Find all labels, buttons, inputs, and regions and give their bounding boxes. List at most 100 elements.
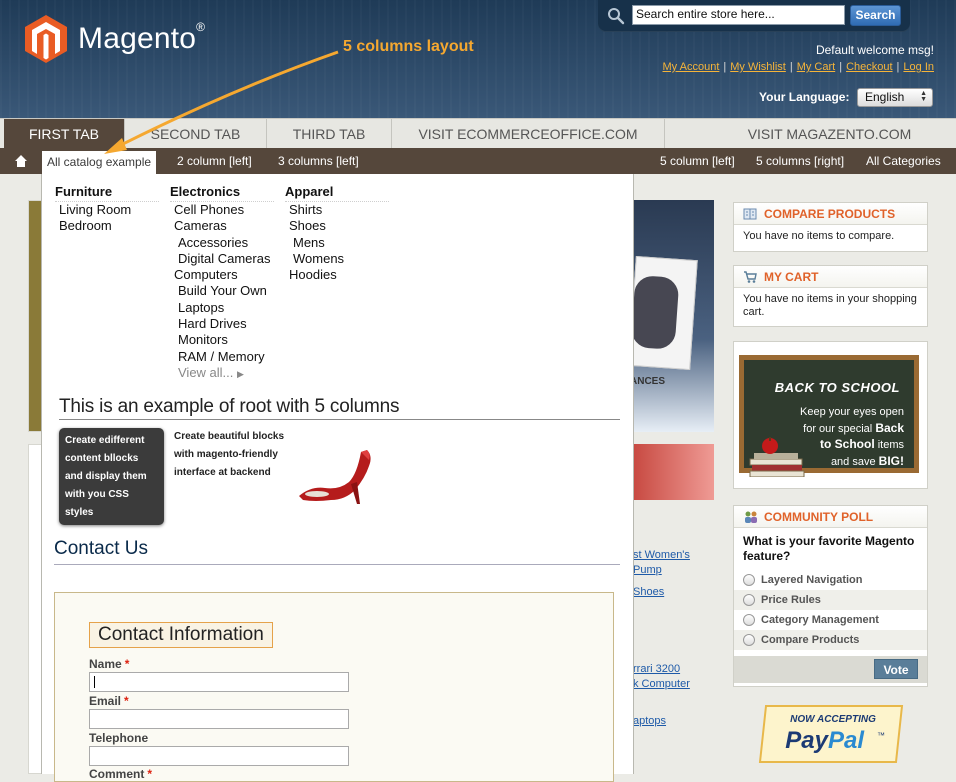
menu-column-list: Shirts Shoes Mens Womens Hoodies bbox=[285, 202, 389, 283]
submenu-all-categories[interactable]: All Categories bbox=[866, 148, 941, 174]
product-link[interactable]: Pump bbox=[633, 563, 690, 578]
poll-footer: Vote bbox=[734, 656, 927, 683]
product-link[interactable]: st Women's bbox=[633, 548, 690, 563]
search-box: Search entire store here... Search bbox=[598, 0, 910, 32]
tab-magazento[interactable]: VISIT MAGAZENTO.COM bbox=[665, 119, 954, 149]
contact-legend: Contact Information bbox=[89, 622, 273, 648]
menu-item-shoes[interactable]: Shoes bbox=[285, 218, 389, 234]
product-link[interactable]: Shoes bbox=[633, 585, 690, 600]
radio-button[interactable] bbox=[743, 614, 755, 626]
paypal-badge[interactable]: NOW ACCEPTING Pay Pal ™ bbox=[756, 702, 906, 766]
paypal-top-text: NOW ACCEPTING bbox=[790, 714, 876, 725]
magento-logo-icon bbox=[25, 15, 67, 63]
poll-body: What is your favorite Magento feature? L… bbox=[734, 528, 927, 683]
search-icon bbox=[608, 8, 625, 25]
menu-item-digital-cameras[interactable]: Digital Cameras bbox=[170, 251, 274, 267]
compare-products-text: You have no items to compare. bbox=[743, 230, 895, 242]
menu-column-title[interactable]: Electronics bbox=[170, 184, 274, 202]
menu-item-mens[interactable]: Mens bbox=[285, 235, 389, 251]
radio-button[interactable] bbox=[743, 594, 755, 606]
poll-question: What is your favorite Magento feature? bbox=[743, 534, 915, 563]
tab-first[interactable]: FIRST TAB bbox=[4, 119, 125, 149]
menu-item-monitors[interactable]: Monitors bbox=[170, 332, 274, 348]
name-field[interactable] bbox=[89, 672, 349, 692]
email-field[interactable] bbox=[89, 709, 349, 729]
menu-item-accessories[interactable]: Accessories bbox=[170, 235, 274, 251]
home-icon[interactable] bbox=[14, 154, 28, 168]
site-header: Magento® Search entire store here... Sea… bbox=[0, 0, 956, 118]
promo-banner[interactable]: ANCES bbox=[630, 200, 714, 432]
menu-item-bedroom[interactable]: Bedroom bbox=[55, 218, 159, 234]
welcome-message: Default welcome msg! bbox=[815, 43, 934, 57]
menu-item-ram-memory[interactable]: RAM / Memory bbox=[170, 349, 274, 365]
submenu-5-column-left[interactable]: 5 column [left] bbox=[660, 148, 735, 174]
my-account-link[interactable]: My Account bbox=[663, 61, 720, 73]
radio-button[interactable] bbox=[743, 634, 755, 646]
compare-icon bbox=[743, 208, 757, 220]
paypal-tm: ™ bbox=[877, 731, 885, 740]
radio-button[interactable] bbox=[743, 574, 755, 586]
my-cart-title: MY CART bbox=[734, 266, 927, 288]
promo-strip bbox=[630, 444, 714, 500]
product-link[interactable]: aptops bbox=[633, 714, 690, 729]
view-all-label: View all... bbox=[178, 364, 234, 380]
poll-option[interactable]: Layered Navigation bbox=[734, 570, 927, 590]
community-poll-title: COMMUNITY POLL bbox=[734, 506, 927, 528]
menu-item-shirts[interactable]: Shirts bbox=[285, 202, 389, 218]
vote-button[interactable]: Vote bbox=[874, 659, 918, 679]
menu-item-hard-drives[interactable]: Hard Drives bbox=[170, 316, 274, 332]
language-value: English bbox=[865, 90, 905, 104]
poll-option[interactable]: Compare Products bbox=[734, 630, 927, 650]
log-in-link[interactable]: Log In bbox=[903, 61, 934, 73]
site-logo[interactable]: Magento® bbox=[24, 14, 205, 64]
menu-item-hoodies[interactable]: Hoodies bbox=[285, 267, 389, 283]
menu-item-cell-phones[interactable]: Cell Phones bbox=[170, 202, 274, 218]
checkout-link[interactable]: Checkout bbox=[846, 61, 892, 73]
poll-option[interactable]: Price Rules bbox=[734, 590, 927, 610]
language-select[interactable]: English ▲ ▼ bbox=[857, 88, 933, 107]
my-cart-text: You have no items in your shopping cart. bbox=[743, 293, 917, 318]
tab-third[interactable]: THIRD TAB bbox=[267, 119, 392, 149]
tab-second[interactable]: SECOND TAB bbox=[125, 119, 267, 149]
paypal-brand-b: Pal bbox=[828, 727, 865, 754]
poll-people-icon bbox=[745, 511, 757, 523]
community-poll-block: COMMUNITY POLL What is your favorite Mag… bbox=[733, 505, 928, 687]
tab-ecommerceoffice[interactable]: VISIT ECOMMERCEOFFICE.COM bbox=[392, 119, 665, 149]
red-shoe-image[interactable] bbox=[295, 444, 377, 506]
my-cart-link[interactable]: My Cart bbox=[797, 61, 836, 73]
menu-column-title[interactable]: Apparel bbox=[285, 184, 389, 202]
menu-item-computers[interactable]: Computers bbox=[170, 267, 274, 283]
main-tabs: FIRST TAB SECOND TAB THIRD TAB VISIT ECO… bbox=[0, 118, 956, 149]
background-product-links: st Women's Pump Shoes rrari 3200 k Compu… bbox=[633, 548, 690, 729]
poll-option[interactable]: Category Management bbox=[734, 610, 927, 630]
annotation-label: 5 columns layout bbox=[343, 38, 474, 55]
menu-item-cameras[interactable]: Cameras bbox=[170, 218, 274, 234]
header-links: My Account | My Wishlist | My Cart | Checkout |… bbox=[662, 61, 934, 73]
back-to-school-banner[interactable]: BACK TO SCHOOL Keep your eyes open for o… bbox=[733, 341, 928, 489]
my-wishlist-link[interactable]: My Wishlist bbox=[730, 61, 786, 73]
catalog-dropdown: Furniture Living Room Bedroom Electronic… bbox=[41, 174, 634, 782]
menu-item-laptops[interactable]: Laptops bbox=[170, 300, 274, 316]
search-input[interactable]: Search entire store here... bbox=[632, 5, 845, 25]
menu-item-build-your-own[interactable]: Build Your Own bbox=[170, 283, 274, 299]
menu-item-living-room[interactable]: Living Room bbox=[55, 202, 159, 218]
name-label: Name * bbox=[89, 657, 130, 671]
triangle-right-icon: ▶ bbox=[237, 368, 244, 379]
create-blocks-text: Create beautiful blocks with magento-fri… bbox=[174, 431, 285, 478]
submenu-3-columns-left[interactable]: 3 columns [left] bbox=[278, 148, 359, 174]
submenu-2-column-left[interactable]: 2 column [left] bbox=[177, 148, 252, 174]
submenu-all-catalog[interactable]: All catalog example bbox=[42, 148, 157, 174]
menu-column-title[interactable]: Furniture bbox=[55, 184, 159, 202]
logo-text: Magento® bbox=[78, 20, 206, 55]
compare-products-title: COMPARE PRODUCTS bbox=[734, 203, 927, 225]
product-link[interactable]: k Computer bbox=[633, 677, 690, 692]
menu-item-view-all[interactable]: View all... ▶ bbox=[170, 365, 274, 382]
email-label: Email * bbox=[89, 694, 129, 708]
telephone-field[interactable] bbox=[89, 746, 349, 766]
product-link[interactable]: rrari 3200 bbox=[633, 662, 690, 677]
submenu-5-columns-right[interactable]: 5 columns [right] bbox=[756, 148, 844, 174]
my-cart-block: MY CART You have no items in your shoppi… bbox=[733, 265, 928, 327]
menu-item-womens[interactable]: Womens bbox=[285, 251, 389, 267]
search-button[interactable]: Search bbox=[850, 5, 901, 26]
chalkboard: BACK TO SCHOOL Keep your eyes open for o… bbox=[739, 355, 919, 477]
